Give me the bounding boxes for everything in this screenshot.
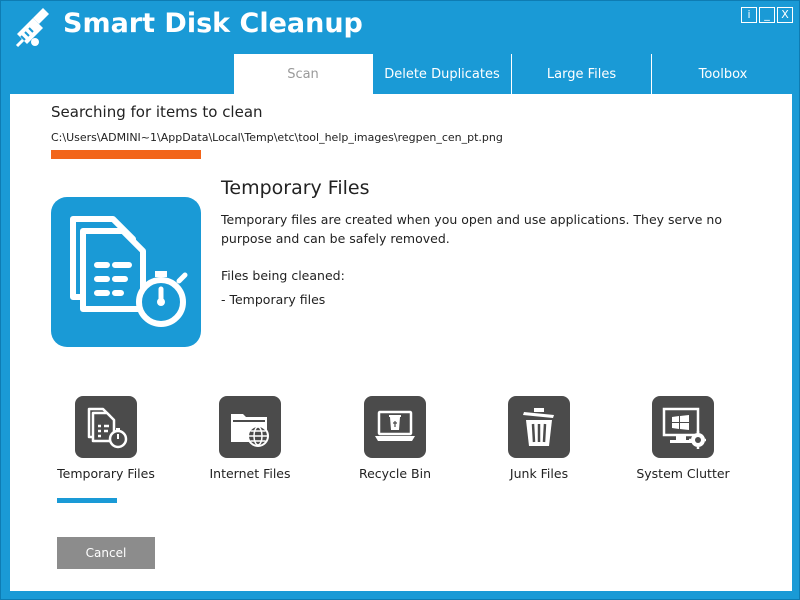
category-label: Recycle Bin <box>358 466 432 481</box>
scan-progress-bar <box>51 150 201 159</box>
category-label: System Clutter <box>636 466 730 481</box>
category-label: Internet Files <box>209 466 291 481</box>
files-being-cleaned-item: - Temporary files <box>221 292 326 307</box>
category-label: Junk Files <box>509 466 569 481</box>
broom-logo-icon <box>13 6 53 50</box>
scan-progress-fill <box>51 150 201 159</box>
scan-panel: Searching for items to clean C:\Users\AD… <box>10 94 792 591</box>
cancel-button[interactable]: Cancel <box>57 537 155 569</box>
current-scan-path: C:\Users\ADMINI~1\AppData\Local\Temp\etc… <box>51 131 503 144</box>
internet-files-icon <box>219 396 281 458</box>
active-category-indicator <box>57 498 117 503</box>
tab-toolbox[interactable]: Toolbox <box>651 54 794 94</box>
main-tabs: Scan Delete Duplicates Large Files Toolb… <box>234 54 794 94</box>
category-temporary-files[interactable]: Temporary Files <box>41 396 171 481</box>
close-button[interactable]: X <box>777 7 793 23</box>
files-being-cleaned-label: Files being cleaned: <box>221 268 345 283</box>
scan-heading: Searching for items to clean <box>51 103 263 121</box>
detail-description: Temporary files are created when you ope… <box>221 212 723 246</box>
tab-delete-duplicates[interactable]: Delete Duplicates <box>372 54 511 94</box>
category-recycle-bin[interactable]: Recycle Bin <box>330 396 460 481</box>
system-clutter-icon <box>652 396 714 458</box>
temporary-files-large-icon <box>51 197 201 347</box>
app-title: Smart Disk Cleanup <box>63 8 363 39</box>
tab-scan[interactable]: Scan <box>234 54 372 94</box>
temporary-files-icon <box>75 396 137 458</box>
category-system-clutter[interactable]: System Clutter <box>618 396 748 481</box>
junk-files-icon <box>508 396 570 458</box>
detail-title: Temporary Files <box>221 177 370 199</box>
category-label: Temporary Files <box>57 466 155 481</box>
info-button[interactable]: i <box>741 7 757 23</box>
recycle-bin-icon <box>364 396 426 458</box>
tab-large-files[interactable]: Large Files <box>511 54 651 94</box>
minimize-button[interactable]: _ <box>759 7 775 23</box>
window-controls: i _ X <box>741 7 793 23</box>
category-internet-files[interactable]: Internet Files <box>185 396 315 481</box>
category-junk-files[interactable]: Junk Files <box>474 396 604 481</box>
app-window: Smart Disk Cleanup i _ X Scan Delete Dup… <box>0 0 800 600</box>
